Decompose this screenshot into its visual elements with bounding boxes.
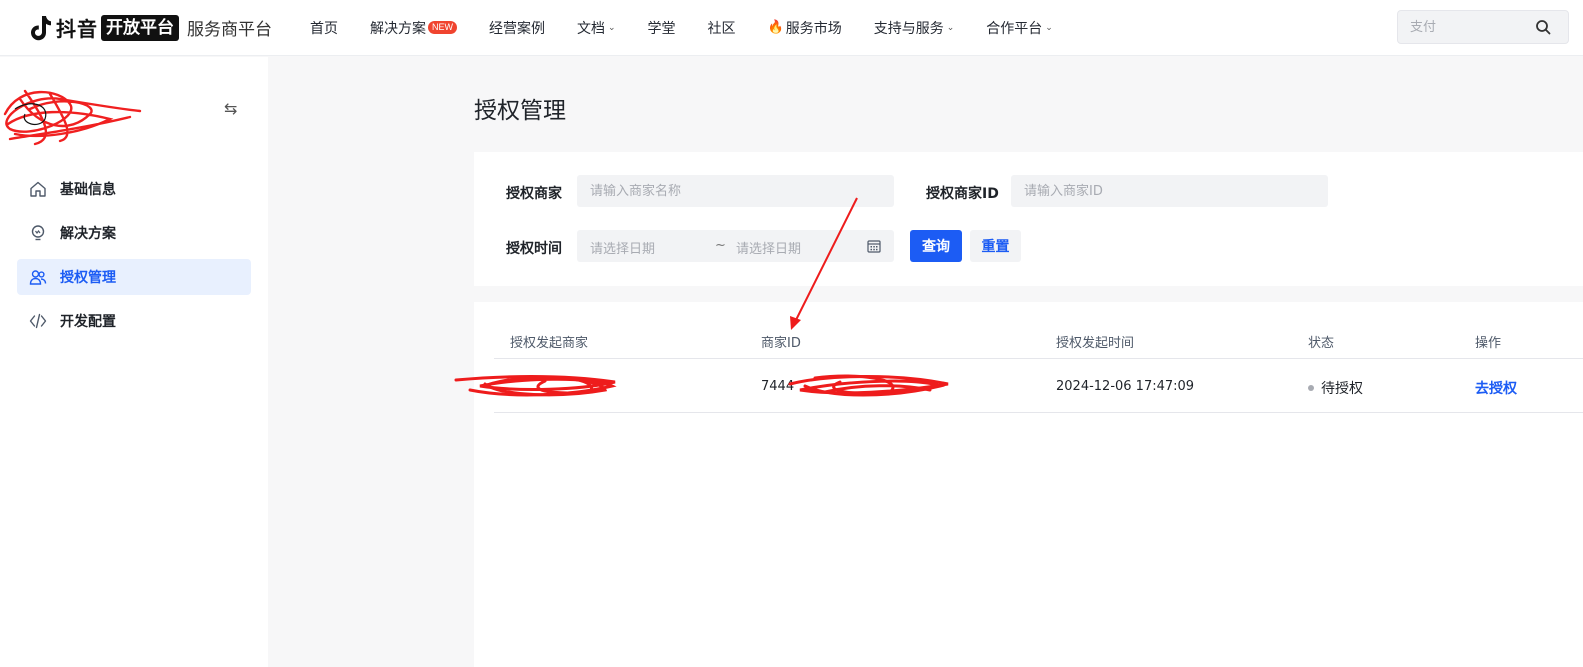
sidebar-item-solutions[interactable]: 解决方案: [17, 215, 251, 251]
chevron-down-icon: ⌄: [946, 22, 955, 33]
sidebar-item-label: 解决方案: [60, 226, 116, 242]
search-input[interactable]: [1410, 11, 1530, 43]
column-header-status: 状态: [1308, 336, 1335, 351]
cell-merchant-id: 7444: [761, 379, 795, 394]
nav-label: 服务市场: [785, 20, 842, 37]
sidebar-item-label: 基础信息: [60, 182, 116, 198]
header-divider: [494, 358, 1583, 359]
users-icon: [29, 270, 47, 285]
nav-item-cases[interactable]: 经营案例: [489, 18, 545, 38]
search-icon[interactable]: [1535, 19, 1551, 35]
main-nav: 首页 解决方案 NEW 经营案例 文档 ⌄ 学堂 社区 🔥 服务市场 支持与服务 ⌄ 合…: [294, 18, 1069, 38]
nav-label: 经营案例: [489, 20, 545, 37]
nav-label: 学堂: [647, 20, 676, 37]
reset-button[interactable]: 重置: [970, 230, 1021, 262]
sidebar-item-dev-config[interactable]: 开发配置: [17, 303, 251, 339]
query-button[interactable]: 查询: [910, 230, 962, 262]
code-icon: [29, 313, 47, 329]
authorization-table: 授权发起商家 商家ID 授权发起时间 状态 操作 7444 2024-12-06…: [474, 302, 1583, 667]
nav-item-community[interactable]: 社区: [708, 18, 736, 38]
cell-status: 待授权: [1321, 381, 1363, 397]
nav-item-docs[interactable]: 文档 ⌄: [577, 18, 616, 38]
column-header-merchant: 授权发起商家: [510, 336, 589, 351]
sidebar-item-authorization[interactable]: 授权管理: [17, 259, 251, 295]
douyin-logo-icon: [31, 15, 51, 40]
merchant-name-label: 授权商家: [506, 186, 562, 202]
search-box: [1397, 10, 1569, 44]
nav-label: 合作平台: [986, 20, 1043, 37]
nav-item-home[interactable]: 首页: [310, 18, 338, 38]
nav-item-solutions[interactable]: 解决方案 NEW: [370, 18, 457, 38]
nav-label: 文档: [577, 20, 605, 37]
column-header-merchant-id: 商家ID: [761, 336, 801, 351]
sidebar-menu: 基础信息 解决方案 授权管理 开发配置: [17, 171, 251, 347]
top-nav-bar: 抖音 开放平台 服务商平台 首页 解决方案 NEW 经营案例 文档 ⌄ 学堂 社区 …: [0, 0, 1583, 56]
nav-label: 社区: [707, 20, 736, 37]
cell-auth-time: 2024-12-06 17:47:09: [1056, 379, 1195, 394]
nav-label: 首页: [310, 20, 338, 37]
status-dot: [1308, 385, 1314, 391]
filter-panel: 授权商家 授权商家ID 授权时间 请选择日期 ~ 请选择日期 查询 重置: [474, 152, 1583, 286]
home-icon: [30, 181, 46, 197]
new-badge: NEW: [428, 21, 457, 34]
sidebar: ⇆ 基础信息 解决方案 授权管理 开发配置: [0, 57, 268, 667]
brand-name: 抖音: [56, 17, 98, 41]
brand-logo[interactable]: 抖音 开放平台 服务商平台: [30, 0, 272, 56]
authorize-link[interactable]: 去授权: [1475, 378, 1517, 398]
date-range-picker[interactable]: 请选择日期 ~ 请选择日期: [577, 230, 894, 262]
sidebar-item-basic-info[interactable]: 基础信息: [17, 171, 251, 207]
nav-item-support[interactable]: 支持与服务 ⌄: [874, 18, 955, 38]
column-header-auth-time: 授权发起时间: [1056, 336, 1135, 351]
merchant-name-input[interactable]: [577, 175, 894, 207]
brand-badge: 开放平台: [101, 14, 179, 41]
end-date-field[interactable]: 请选择日期: [736, 238, 801, 257]
merchant-id-label: 授权商家ID: [926, 186, 999, 202]
switch-account-icon[interactable]: ⇆: [224, 99, 237, 118]
merchant-id-input[interactable]: [1011, 175, 1328, 207]
auth-time-label: 授权时间: [506, 241, 562, 257]
page-title: 授权管理: [474, 98, 566, 124]
fire-icon: 🔥: [767, 20, 784, 35]
date-range-separator: ~: [715, 238, 726, 253]
nav-item-academy[interactable]: 学堂: [648, 18, 676, 38]
calendar-icon[interactable]: [867, 239, 881, 253]
column-header-action: 操作: [1475, 336, 1502, 351]
nav-label: 支持与服务: [873, 20, 944, 37]
nav-item-market[interactable]: 🔥 服务市场: [768, 18, 842, 38]
nav-item-partners[interactable]: 合作平台 ⌄: [986, 18, 1053, 38]
row-divider: [494, 412, 1583, 413]
start-date-field[interactable]: 请选择日期: [590, 238, 655, 257]
sidebar-item-label: 开发配置: [60, 314, 116, 330]
sidebar-item-label: 授权管理: [60, 270, 116, 286]
redacted-account-scribble: [3, 89, 142, 146]
nav-label: 解决方案: [370, 20, 426, 37]
chevron-down-icon: ⌄: [608, 22, 616, 33]
bulb-icon: [31, 225, 45, 241]
chevron-down-icon: ⌄: [1045, 22, 1053, 33]
brand-subtitle: 服务商平台: [187, 20, 272, 40]
